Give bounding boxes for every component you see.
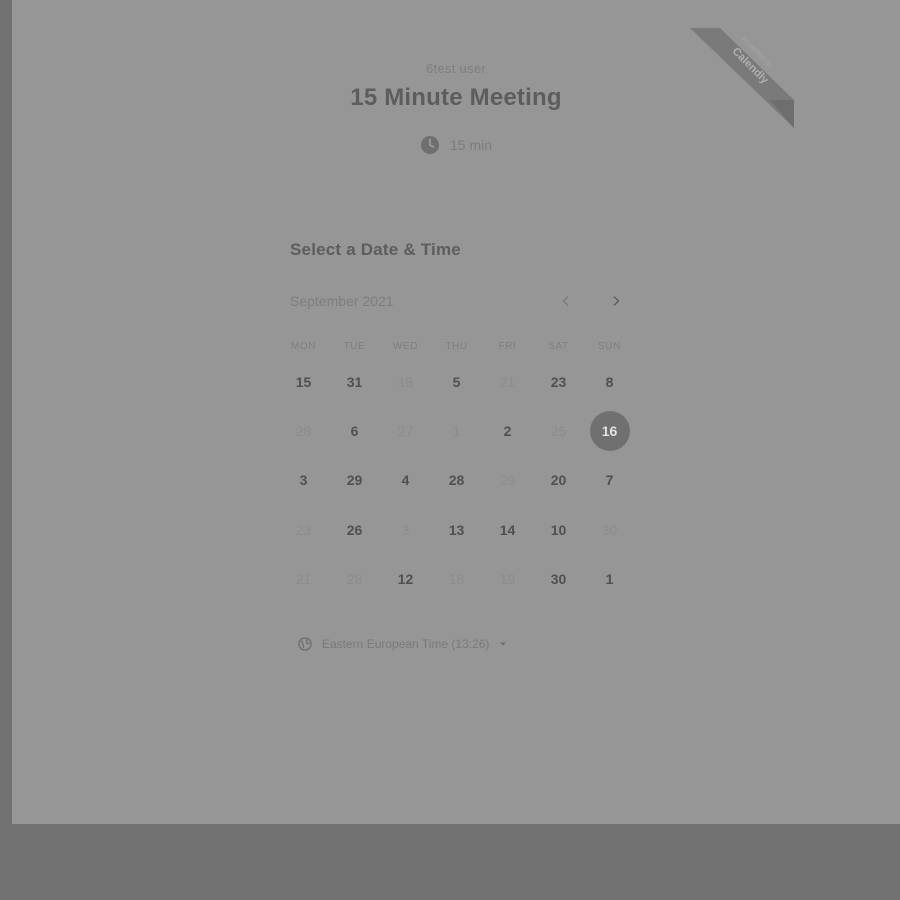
- calendar-day[interactable]: 26: [329, 505, 380, 554]
- calendar-day: 21: [482, 357, 533, 406]
- calendar-day: 18: [380, 357, 431, 406]
- caret-down-icon: [500, 642, 507, 646]
- calendar-day: 28: [278, 406, 329, 455]
- powered-by-calendly-badge[interactable]: POWERED BY Calendly: [690, 28, 794, 128]
- calendar-day-number: 28: [295, 423, 312, 440]
- calendar-day[interactable]: 29: [329, 456, 380, 505]
- calendar-day[interactable]: 30: [533, 555, 584, 604]
- globe-icon: [298, 637, 312, 651]
- calendar-day[interactable]: 28: [431, 456, 482, 505]
- calendar-day: 25: [533, 406, 584, 455]
- calendar-day-number: 18: [448, 571, 465, 588]
- calendar-day-number: 7: [605, 472, 614, 489]
- calendar-day[interactable]: 2: [482, 406, 533, 455]
- calendar-day-number: 12: [397, 571, 414, 588]
- calendar-day-number: 30: [550, 571, 567, 588]
- calendar-day: 28: [329, 555, 380, 604]
- calendar-day[interactable]: 6: [329, 406, 380, 455]
- calendar-day-number: 28: [346, 571, 363, 588]
- calendar-day[interactable]: 13: [431, 505, 482, 554]
- calendar-day-number: 27: [397, 423, 414, 440]
- timezone-selector[interactable]: Eastern European Time (13:26): [298, 637, 507, 651]
- calendar-day-number: 31: [346, 373, 363, 390]
- calendar-day[interactable]: 4: [380, 456, 431, 505]
- calendar-day[interactable]: 1: [584, 555, 635, 604]
- calendar-day-number: 29: [499, 472, 516, 489]
- calendar-day: 30: [584, 505, 635, 554]
- event-duration: 15 min: [12, 135, 900, 155]
- chevron-left-icon: [562, 296, 569, 306]
- calendar-day: 21: [278, 555, 329, 604]
- calendar-day-selected[interactable]: 16: [584, 406, 635, 455]
- calendar-day-number: 19: [499, 571, 516, 588]
- calendar-day-number: 8: [605, 373, 614, 390]
- previous-month-button[interactable]: [554, 289, 578, 313]
- weekday-label: SUN: [598, 341, 621, 352]
- calendar-day[interactable]: 7: [584, 456, 635, 505]
- weekday-label: TUE: [343, 341, 366, 352]
- calendar-day: 29: [482, 456, 533, 505]
- calendar-day: 23: [278, 505, 329, 554]
- calendar-day: 27: [380, 406, 431, 455]
- calendar-day-number: 21: [499, 373, 516, 390]
- weekday-label: SAT: [548, 341, 569, 352]
- booking-card: 6test user 15 Minute Meeting 15 min POWE…: [12, 0, 900, 824]
- calendar-day-number: 23: [295, 521, 312, 538]
- calendar-day-number: 28: [448, 472, 465, 489]
- calendar-day-number: 10: [550, 521, 567, 538]
- calendar-day-number: 13: [448, 521, 465, 538]
- calendar-day-number: 23: [550, 373, 567, 390]
- duration-label: 15 min: [449, 137, 493, 153]
- calendar-day[interactable]: 14: [482, 505, 533, 554]
- calendar-day[interactable]: 10: [533, 505, 584, 554]
- calendar-day-number: 26: [346, 521, 363, 538]
- calendar-day[interactable]: 15: [278, 357, 329, 406]
- calendar-day: 1: [431, 406, 482, 455]
- calendar-day: 19: [482, 555, 533, 604]
- month-label: September 2021: [290, 293, 394, 309]
- calendar-day: 18: [431, 555, 482, 604]
- calendar-day-number: 25: [550, 423, 567, 440]
- weekday-label: WED: [392, 341, 419, 352]
- calendar-day[interactable]: 31: [329, 357, 380, 406]
- calendar-day: 3: [380, 505, 431, 554]
- calendar-day-grid: 15 31 18 5 21 23 8 28 6 27 1 2 25 16 3 29 4 28 29 20 7 23 26 3 1…: [278, 357, 635, 604]
- weekday-label: FRI: [498, 341, 517, 352]
- timezone-label: Eastern European Time (13:26): [322, 637, 490, 651]
- weekday-header: MON TUE WED THU FRI SAT SUN: [278, 341, 635, 352]
- calendar-day-number: 3: [401, 521, 410, 538]
- calendar-day[interactable]: 3: [278, 456, 329, 505]
- weekday-label: MON: [290, 341, 317, 352]
- calendar-day-number: 4: [401, 472, 410, 489]
- calendar-day-number: 2: [503, 423, 512, 440]
- calendar-day-number: 14: [499, 521, 516, 538]
- calendar-day-number: 5: [452, 373, 461, 390]
- calendar-day-number: 3: [299, 472, 308, 489]
- calendar-day-number: 30: [601, 521, 618, 538]
- select-date-heading: Select a Date & Time: [290, 240, 461, 259]
- calendar-day-number: 21: [295, 571, 312, 588]
- calendar-day-number: 20: [550, 472, 567, 489]
- calendar-day-number: 15: [295, 373, 312, 390]
- calendar-day-number: 16: [589, 411, 630, 452]
- calendar-day-number: 1: [452, 423, 461, 440]
- clock-icon: [420, 135, 440, 155]
- calendar-day[interactable]: 20: [533, 456, 584, 505]
- calendar-day-number: 29: [346, 472, 363, 489]
- chevron-right-icon: [613, 296, 620, 306]
- calendar-day[interactable]: 5: [431, 357, 482, 406]
- calendar-day[interactable]: 8: [584, 357, 635, 406]
- calendar-day[interactable]: 12: [380, 555, 431, 604]
- calendar-day-number: 18: [397, 373, 414, 390]
- calendar-day[interactable]: 23: [533, 357, 584, 406]
- weekday-label: THU: [445, 341, 468, 352]
- next-month-button[interactable]: [604, 289, 628, 313]
- calendar-day-number: 6: [350, 423, 359, 440]
- calendar-day-number: 1: [605, 571, 614, 588]
